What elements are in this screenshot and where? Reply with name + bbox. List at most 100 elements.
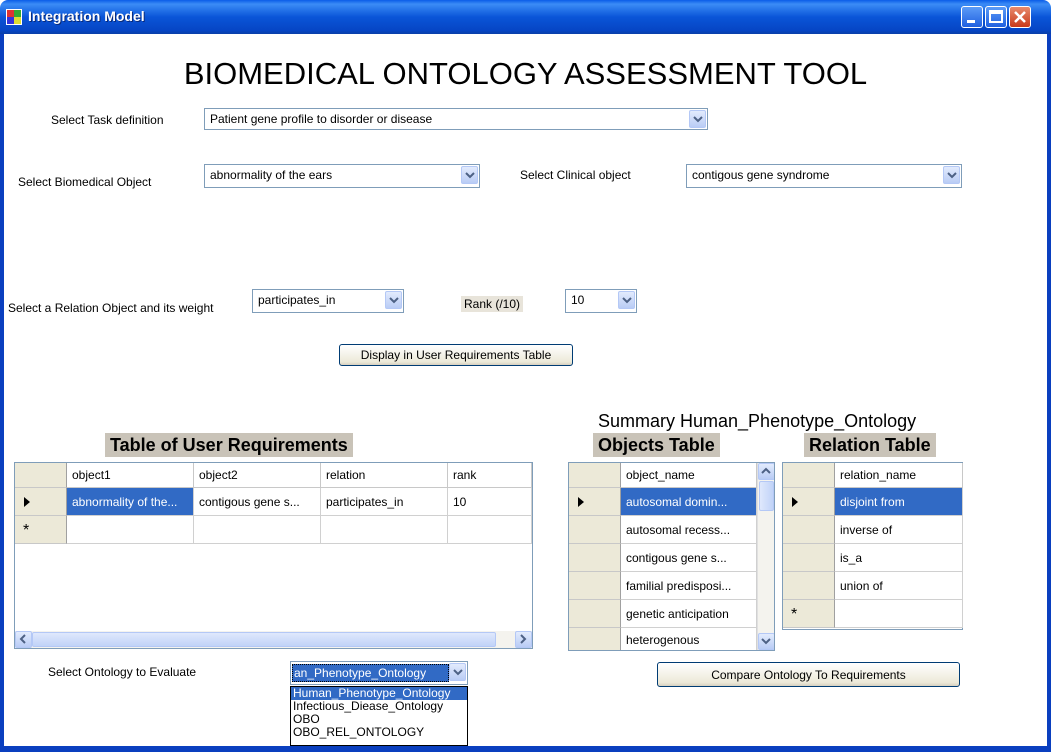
row-selector[interactable] [783,488,835,516]
row-selector[interactable] [15,488,67,516]
grid-corner [783,463,835,488]
relation-object-value: participates_in [258,293,336,307]
table-cell[interactable]: genetic anticipation [621,600,757,628]
chevron-down-icon[interactable] [461,166,478,184]
table-cell[interactable] [448,516,532,544]
chevron-down-icon[interactable] [449,663,466,681]
table-cell[interactable]: union of [835,572,963,600]
clinical-object-label: Select Clinical object [520,168,631,182]
table-cell[interactable] [321,516,448,544]
scroll-right-button[interactable] [515,631,532,648]
close-button[interactable] [1009,6,1031,28]
table-cell[interactable]: autosomal domin... [621,488,757,516]
chevron-down-icon [761,638,771,645]
dropdown-option[interactable]: OBO [291,713,467,726]
chevron-down-icon[interactable] [689,110,706,128]
table-cell[interactable]: 10 [448,488,532,516]
task-definition-select[interactable]: Patient gene profile to disorder or dise… [204,108,708,130]
biomedical-object-label: Select Biomedical Object [18,175,152,189]
task-definition-value: Patient gene profile to disorder or dise… [210,112,433,126]
window-frame-right [1047,34,1051,752]
window-frame-bottom [0,746,1051,752]
column-header-object-name[interactable]: object_name [621,463,757,488]
display-requirements-button[interactable]: Display in User Requirements Table [339,344,573,366]
rank-select[interactable]: 10 [565,289,637,313]
ontology-dropdown-list[interactable]: Human_Phenotype_Ontology Infectious_Diea… [290,686,468,746]
new-row-selector[interactable]: * [783,600,835,628]
dropdown-option[interactable]: Infectious_Diease_Ontology [291,700,467,713]
row-selector[interactable] [783,544,835,572]
minimize-button[interactable] [961,6,983,28]
scroll-thumb[interactable] [759,481,774,511]
row-selector[interactable] [569,600,621,628]
table-cell[interactable]: abnormality of the... [67,488,194,516]
row-selector[interactable] [783,572,835,600]
column-header-object1[interactable]: object1 [67,463,194,488]
table-cell[interactable] [194,516,321,544]
chevron-left-icon [19,634,26,644]
rank-label: Rank (/10) [461,296,524,312]
table-cell[interactable]: inverse of [835,516,963,544]
relation-table-grid[interactable]: relation_name disjoint from inverse of i… [782,462,963,630]
table-cell[interactable] [835,600,963,628]
chevron-down-icon[interactable] [385,291,402,309]
table-cell[interactable]: is_a [835,544,963,572]
table-cell[interactable]: contigous gene s... [621,544,757,572]
maximize-icon [989,10,1003,23]
user-requirements-title: Table of User Requirements [105,433,353,457]
table-cell[interactable]: heterogenous [621,628,757,650]
new-row-selector[interactable]: * [15,516,67,544]
table-cell[interactable]: familial predisposi... [621,572,757,600]
table-cell[interactable] [67,516,194,544]
column-header-object2[interactable]: object2 [194,463,321,488]
new-row-marker: * [791,606,798,623]
task-definition-label: Select Task definition [51,113,164,127]
chevron-up-icon [761,467,771,474]
column-header-relation-name[interactable]: relation_name [835,463,963,488]
ontology-select[interactable]: an_Phenotype_Ontology [290,661,468,685]
scroll-left-button[interactable] [15,631,32,648]
biomedical-object-select[interactable]: abnormality of the ears [204,164,480,188]
table-cell[interactable]: participates_in [321,488,448,516]
scroll-thumb[interactable] [32,632,496,647]
row-pointer-icon [792,497,798,507]
column-header-rank[interactable]: rank [448,463,532,488]
ontology-select-label: Select Ontology to Evaluate [48,665,197,679]
table-cell[interactable]: disjoint from [835,488,963,516]
row-selector[interactable] [569,516,621,544]
table-cell[interactable]: contigous gene s... [194,488,321,516]
row-selector[interactable] [569,572,621,600]
chevron-down-icon[interactable] [618,291,635,309]
row-pointer-icon [578,497,584,507]
row-pointer-icon [24,497,30,507]
maximize-button[interactable] [985,6,1007,28]
ontology-select-value: an_Phenotype_Ontology [292,664,449,682]
page-title: BIOMEDICAL ONTOLOGY ASSESSMENT TOOL [183,56,868,91]
row-selector[interactable] [569,488,621,516]
dropdown-option[interactable]: Human_Phenotype_Ontology [291,687,467,700]
scroll-up-button[interactable] [758,463,774,480]
scroll-down-button[interactable] [758,633,774,650]
close-icon [1014,11,1026,23]
relation-object-select[interactable]: participates_in [252,289,404,313]
grid-corner [569,463,621,488]
compare-ontology-button[interactable]: Compare Ontology To Requirements [657,662,960,687]
objects-table-grid[interactable]: object_name autosomal domin... autosomal… [568,462,775,651]
column-header-relation[interactable]: relation [321,463,448,488]
row-selector[interactable] [569,544,621,572]
title-bar[interactable] [0,0,1051,34]
minimize-icon [967,20,975,23]
clinical-object-select[interactable]: contigous gene syndrome [686,164,962,188]
horizontal-scrollbar[interactable] [15,631,532,648]
user-requirements-grid[interactable]: object1 object2 relation rank abnormalit… [14,462,533,649]
relation-object-label: Select a Relation Object and its weight [8,301,214,315]
row-selector[interactable] [783,516,835,544]
dropdown-option[interactable]: OBO_REL_ONTOLOGY [291,726,467,739]
row-selector[interactable] [569,628,621,650]
table-cell[interactable]: autosomal recess... [621,516,757,544]
objects-table-title: Objects Table [593,433,720,457]
chevron-down-icon[interactable] [943,166,960,184]
app-icon [6,9,22,25]
new-row-marker: * [23,522,30,539]
vertical-scrollbar[interactable] [757,463,774,650]
